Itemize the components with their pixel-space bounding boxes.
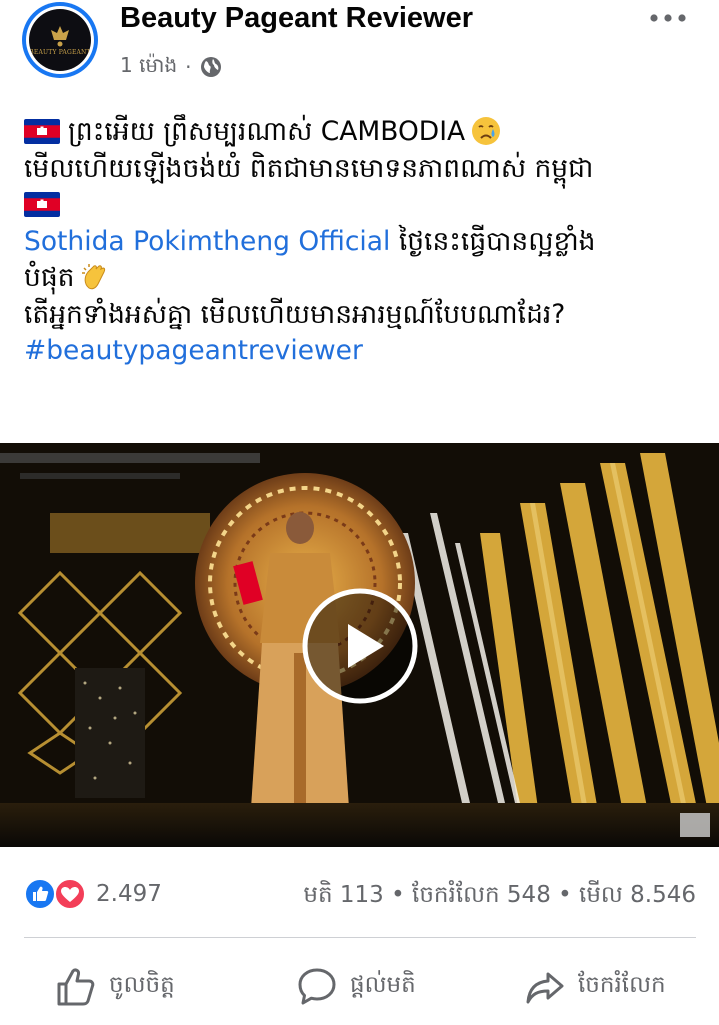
post-header: BEAUTY PAGEANT Beauty Pageant Reviewer 1… — [0, 0, 719, 96]
logo: BEAUTY PAGEANT — [29, 9, 91, 71]
page-name[interactable]: Beauty Pageant Reviewer — [120, 2, 473, 35]
comment-label: ផ្ដល់មតិ — [350, 971, 416, 998]
cambodia-flag-emoji — [24, 119, 60, 144]
stats-separator: • — [391, 882, 405, 908]
post-stats: 2.497 មតិ 113 • ចែករំលែក 548 • មើល 8.546 — [24, 872, 696, 916]
play-icon[interactable] — [300, 586, 420, 706]
comment-button[interactable]: ផ្ដល់មតិ — [296, 955, 416, 1019]
like-label: ចូលចិត្ត — [109, 971, 175, 998]
share-icon — [526, 972, 564, 1004]
post-line-1: ព្រះអើយ ព្រឹសម្បរណាស់ CAMBODIA — [24, 114, 700, 151]
engagement-counts: មតិ 113 • ចែករំលែក 548 • មើល 8.546 — [303, 881, 696, 914]
post-text-line1: ព្រះអើយ ព្រឹសម្បរណាស់ CAMBODIA — [68, 116, 466, 147]
reactions-summary[interactable] — [24, 878, 90, 910]
like-button[interactable]: ចូលចិត្ត — [55, 955, 175, 1019]
post-meta: 1 ម៉ោង · — [120, 52, 222, 82]
thumbs-up-icon — [57, 968, 95, 1006]
crown-logo-icon — [51, 26, 69, 47]
clapping-hands-emoji — [82, 264, 106, 290]
comment-count[interactable]: មតិ 113 — [303, 882, 383, 908]
share-count[interactable]: ចែករំលែក 548 — [412, 882, 551, 908]
post-line-3: Sothida Pokimtheng Official ថ្ងៃនេះធ្វើប… — [24, 224, 700, 261]
hashtag-link[interactable]: #beautypageantreviewer — [24, 335, 363, 366]
divider — [24, 937, 696, 938]
post-line-5: តើអ្នកទាំងអស់គ្នា មើលហើយមានអារម្មណ៍បែបណា… — [24, 297, 700, 334]
post-line-2: មើលហើយឡើងចង់យំ ពិតជាមានមោទនភាពណាស់ កម្ពុ… — [24, 151, 700, 188]
post-timestamp[interactable]: 1 ម៉ោង — [120, 52, 177, 82]
post-text-line4: បំផុត — [24, 262, 75, 293]
view-count[interactable]: មើល 8.546 — [579, 882, 696, 908]
more-horizontal-icon[interactable] — [648, 8, 688, 28]
post-text-line2: មើលហើយឡើងចង់យំ ពិតជាមានមោទនភាពណាស់ កម្ពុ… — [24, 152, 594, 184]
sad-relieved-face-emoji — [472, 117, 501, 145]
reaction-count[interactable]: 2.497 — [96, 881, 162, 907]
post-line-4: បំផុត — [24, 260, 700, 297]
post-text-line5: តើអ្នកទាំងអស់គ្នា មើលហើយមានអារម្មណ៍បែបណា… — [24, 298, 566, 330]
comment-icon — [298, 968, 336, 1005]
cambodia-flag-emoji — [24, 192, 60, 217]
logo-text: BEAUTY PAGEANT — [29, 49, 91, 56]
globe-icon — [200, 57, 221, 77]
meta-separator: · — [185, 55, 192, 79]
stats-separator: • — [558, 882, 572, 908]
like-reaction-icon — [24, 878, 56, 910]
post-text: ព្រះអើយ ព្រឹសម្បរណាស់ CAMBODIA មើលហើយឡើង… — [24, 114, 700, 370]
post-text-line3: ថ្ងៃនេះធ្វើបានល្អខ្លាំង — [390, 225, 596, 257]
share-label: ចែករំលែក — [578, 971, 666, 998]
post-line-flag — [24, 187, 700, 224]
page-avatar[interactable]: BEAUTY PAGEANT — [22, 2, 98, 78]
love-reaction-icon — [54, 878, 86, 910]
share-button[interactable]: ចែករំលែក — [524, 955, 666, 1019]
mention-link[interactable]: Sothida Pokimtheng Official — [24, 226, 390, 257]
post-line-6: #beautypageantreviewer — [24, 333, 700, 370]
post-actions: ចូលចិត្ត ផ្ដល់មតិ ចែករំលែក — [0, 955, 719, 1019]
